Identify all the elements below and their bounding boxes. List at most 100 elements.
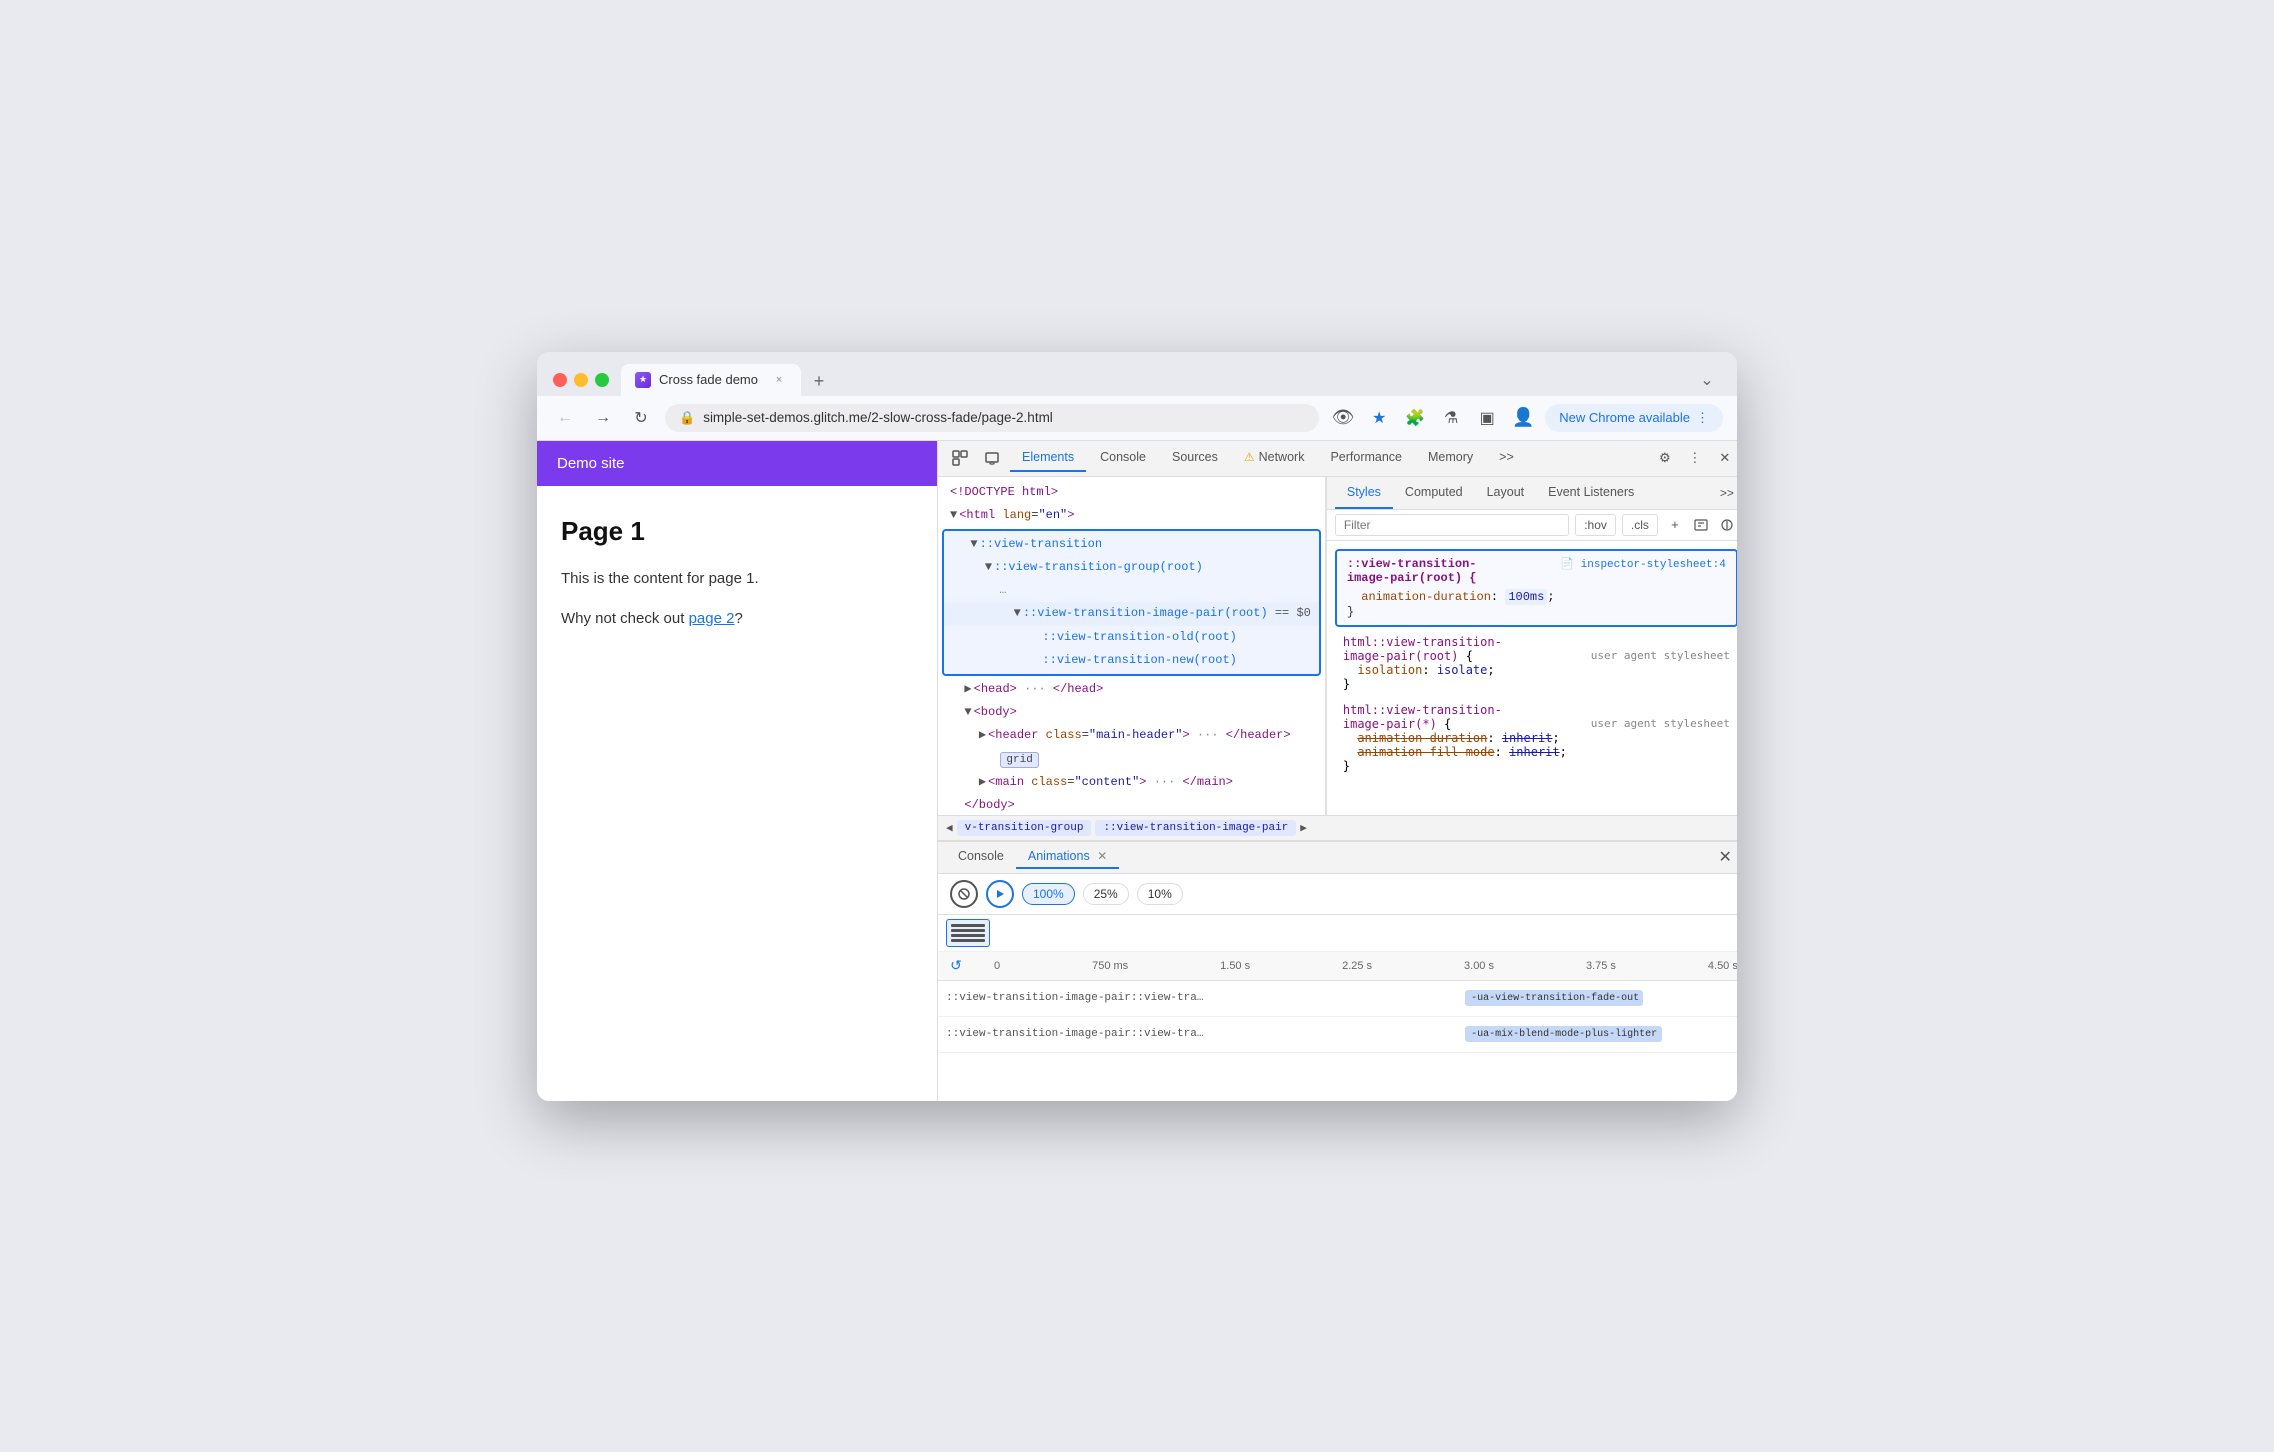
- bottom-panel-close-button[interactable]: ✕: [1712, 845, 1737, 869]
- demo-site-header: Demo site: [537, 441, 937, 486]
- nav-bar: ← → ↻ 🔒 simple-set-demos.glitch.me/2-slo…: [537, 396, 1737, 441]
- breadcrumb-back-arrow[interactable]: ◀: [946, 821, 953, 835]
- address-bar[interactable]: 🔒 simple-set-demos.glitch.me/2-slow-cros…: [665, 404, 1319, 432]
- bookmark-icon[interactable]: ★: [1365, 404, 1393, 432]
- animations-controls: 100% 25% 10%: [938, 874, 1737, 915]
- animations-panel: 100% 25% 10%: [938, 874, 1737, 1101]
- styles-tab-layout[interactable]: Layout: [1475, 477, 1537, 509]
- update-menu-icon: ⋮: [1696, 410, 1709, 426]
- speed-100-button[interactable]: 100%: [1022, 883, 1075, 905]
- pause-animations-button[interactable]: [950, 880, 978, 908]
- close-devtools-icon[interactable]: ✕: [1712, 445, 1737, 471]
- styles-tab-styles[interactable]: Styles: [1335, 477, 1393, 509]
- animations-tab-close[interactable]: ✕: [1097, 849, 1107, 863]
- close-window-button[interactable]: [553, 373, 567, 387]
- devtools-bottom-panel: Console Animations ✕ ✕: [938, 841, 1737, 1101]
- timeline-bar-2-text: -ua-mix-blend-mode-plus-lighter: [1471, 1029, 1657, 1040]
- network-warning-icon: ⚠: [1244, 450, 1255, 464]
- demo-content: Page 1 This is the content for page 1. W…: [537, 486, 937, 677]
- styles-content: ::view-transition-image-pair(root) { 📄 i…: [1327, 541, 1737, 815]
- window-expand-button[interactable]: ⌄: [1693, 366, 1721, 394]
- split-view-icon[interactable]: ▣: [1473, 404, 1501, 432]
- bottom-tab-animations[interactable]: Animations ✕: [1016, 845, 1119, 869]
- head-line[interactable]: ▶<head> ··· </head>: [938, 678, 1325, 701]
- toggle-classes-icon[interactable]: [1716, 514, 1737, 536]
- user-agent-rule-1: html::view-transition-image-pair(root) {…: [1335, 631, 1737, 695]
- devtools-menu-icon[interactable]: ⋮: [1682, 445, 1708, 471]
- tab-elements[interactable]: Elements: [1010, 444, 1086, 472]
- demo-site: Demo site Page 1 This is the content for…: [537, 441, 937, 1101]
- css-rule-header: ::view-transition-image-pair(root) { 📄 i…: [1347, 557, 1726, 585]
- timeline-bar-1[interactable]: -ua-view-transition-fade-out: [1465, 990, 1643, 1006]
- chrome-update-button[interactable]: New Chrome available ⋮: [1545, 404, 1723, 432]
- anim-line-1: [951, 924, 985, 927]
- doctype-line: <!DOCTYPE html>: [938, 481, 1325, 504]
- timeline-row-2-bar-area: -ua-mix-blend-mode-plus-lighter: [1278, 1017, 1737, 1052]
- view-transition-new-line[interactable]: ::view-transition-new(root): [944, 649, 1319, 672]
- para2-prefix: Why not check out: [561, 610, 689, 627]
- back-button[interactable]: ←: [551, 404, 579, 432]
- view-transition-selection: ▼::view-transition ▼::view-transition-gr…: [942, 529, 1321, 676]
- css-close-brace: }: [1347, 605, 1726, 619]
- timeline-refresh-icon[interactable]: ↺: [946, 956, 966, 976]
- minimize-window-button[interactable]: [574, 373, 588, 387]
- speed-25-button[interactable]: 25%: [1083, 883, 1129, 905]
- view-transition-image-pair-line[interactable]: ▼::view-transition-image-pair(root) == $…: [944, 602, 1319, 625]
- maximize-window-button[interactable]: [595, 373, 609, 387]
- tab-memory[interactable]: Memory: [1416, 444, 1485, 472]
- tab-console[interactable]: Console: [1088, 444, 1158, 472]
- breadcrumb-item-2[interactable]: ::view-transition-image-pair: [1095, 820, 1296, 836]
- page2-link[interactable]: page 2: [689, 610, 735, 627]
- settings-icon[interactable]: ⚙: [1652, 445, 1678, 471]
- main-line[interactable]: ▶<main class="content"> ··· </main>: [938, 771, 1325, 794]
- timeline-bar-1-text: -ua-view-transition-fade-out: [1471, 993, 1639, 1004]
- bottom-tabs-bar: Console Animations ✕ ✕: [938, 842, 1737, 874]
- extension-icon[interactable]: 🧩: [1401, 404, 1429, 432]
- eye-off-icon[interactable]: 👁: [1329, 404, 1357, 432]
- styles-tab-computed[interactable]: Computed: [1393, 477, 1475, 509]
- breadcrumb-forward-arrow[interactable]: ▶: [1300, 821, 1307, 835]
- body-line[interactable]: ▼<body>: [938, 701, 1325, 724]
- bottom-tab-console[interactable]: Console: [946, 845, 1016, 869]
- lab-icon[interactable]: ⚗: [1437, 404, 1465, 432]
- tab-network[interactable]: ⚠ Network: [1232, 444, 1317, 472]
- breadcrumb-item-1[interactable]: v-transition-group: [957, 820, 1092, 836]
- chrome-update-label: New Chrome available: [1559, 410, 1690, 425]
- css-source[interactable]: 📄 inspector-stylesheet:4: [1560, 557, 1726, 571]
- device-toolbar-icon[interactable]: [978, 444, 1006, 472]
- forward-button[interactable]: →: [589, 404, 617, 432]
- active-tab[interactable]: ★ Cross fade demo ×: [621, 364, 801, 396]
- styles-tab-event-listeners[interactable]: Event Listeners: [1536, 477, 1646, 509]
- new-tab-button[interactable]: +: [805, 368, 833, 396]
- new-style-rule-icon[interactable]: [1690, 514, 1712, 536]
- animation-group-lines-icon[interactable]: [946, 919, 990, 947]
- timeline-label-375: 3.75 s: [1586, 960, 1616, 972]
- timeline-label-750: 750 ms: [1092, 960, 1128, 972]
- anim-line-4: [951, 939, 985, 942]
- tab-performance[interactable]: Performance: [1318, 444, 1414, 472]
- css-selector: ::view-transition-image-pair(root) {: [1347, 557, 1477, 585]
- timeline-bar-2[interactable]: -ua-mix-blend-mode-plus-lighter: [1465, 1026, 1662, 1042]
- profile-icon[interactable]: 👤: [1509, 404, 1537, 432]
- hov-button[interactable]: :hov: [1575, 514, 1616, 536]
- devtools-panel: Elements Console Sources ⚠ Network Perfo…: [937, 441, 1737, 1101]
- styles-filter-icons: +: [1664, 514, 1737, 536]
- reload-button[interactable]: ↻: [627, 404, 655, 432]
- timeline-label-225: 2.25 s: [1342, 960, 1372, 972]
- header-line[interactable]: ▶<header class="main-header"> ··· </head…: [938, 724, 1325, 747]
- anim-line-2: [951, 929, 985, 932]
- play-animations-button[interactable]: [986, 880, 1014, 908]
- view-transition-old-line[interactable]: ::view-transition-old(root): [944, 626, 1319, 649]
- view-transition-line[interactable]: ▼::view-transition: [944, 533, 1319, 556]
- timeline-labels: 0 750 ms 1.50 s 2.25 s 3.00 s 3.75 s 4.5…: [974, 960, 1737, 972]
- styles-tabs-more[interactable]: >>: [1716, 478, 1737, 508]
- element-picker-icon[interactable]: [946, 444, 974, 472]
- add-style-rule-icon[interactable]: +: [1664, 514, 1686, 536]
- styles-filter-input[interactable]: [1335, 514, 1569, 536]
- tab-more[interactable]: >>: [1487, 444, 1526, 472]
- cls-button[interactable]: .cls: [1622, 514, 1658, 536]
- tab-close-button[interactable]: ×: [771, 372, 787, 388]
- tab-sources[interactable]: Sources: [1160, 444, 1230, 472]
- view-transition-group-line[interactable]: ▼::view-transition-group(root): [944, 556, 1319, 579]
- speed-10-button[interactable]: 10%: [1137, 883, 1183, 905]
